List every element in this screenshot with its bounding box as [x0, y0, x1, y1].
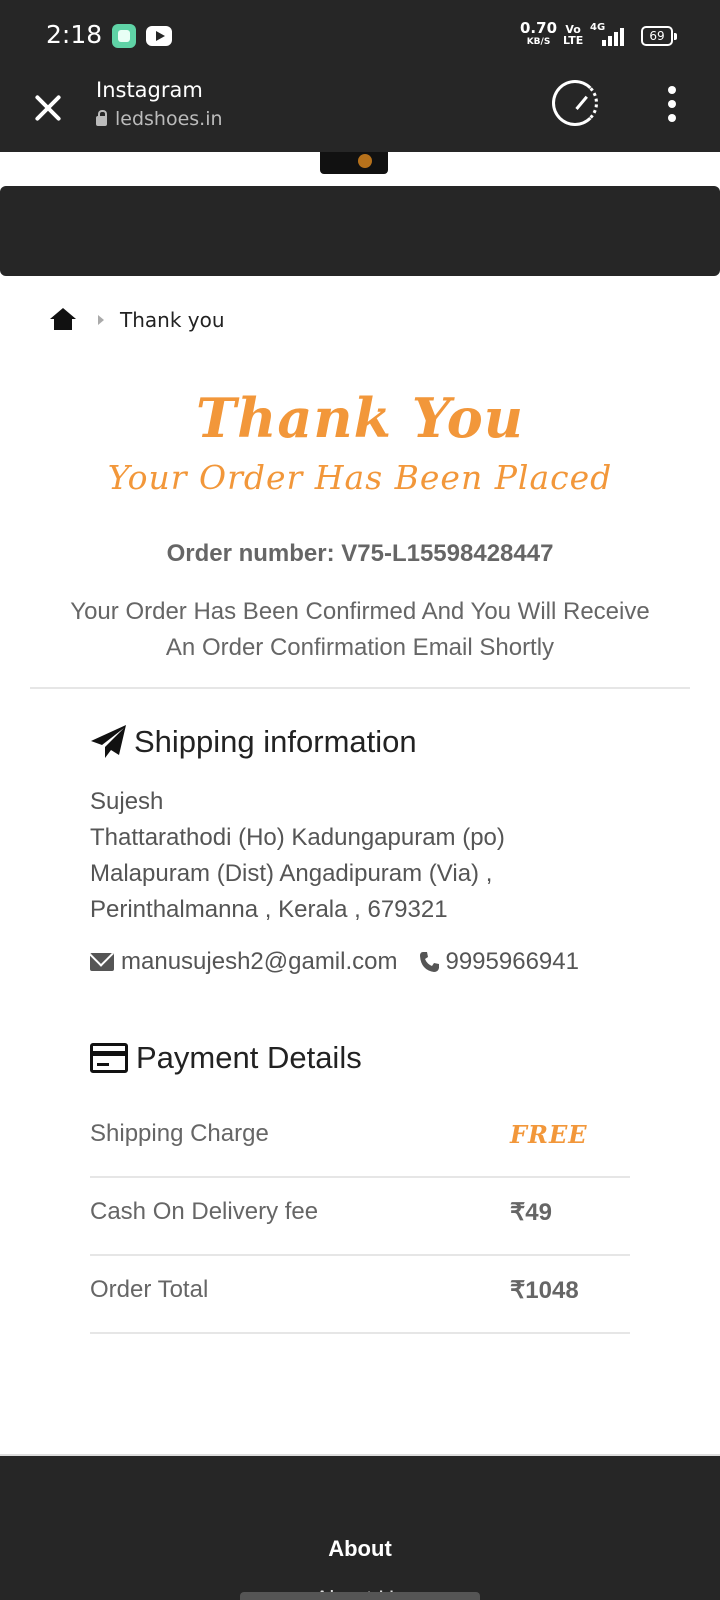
payment-row-value: FREE	[510, 1120, 588, 1149]
payment-row-value: ₹49	[510, 1199, 552, 1226]
breadcrumb: Thank you	[50, 302, 225, 338]
address-line-3: Perinthalmanna , Kerala , 679321	[90, 896, 448, 923]
browser-url[interactable]: ledshoes.in	[96, 108, 223, 130]
network-speed-value: 0.70	[520, 19, 558, 37]
paper-plane-icon	[90, 724, 128, 760]
divider	[30, 687, 690, 689]
envelope-icon	[90, 953, 114, 971]
payment-row-label: Order Total	[90, 1276, 209, 1303]
site-footer: About About Us	[0, 1454, 720, 1600]
confirmation-message: Your Order Has Been Confirmed And You Wi…	[50, 594, 670, 666]
home-icon[interactable]	[50, 308, 76, 332]
payment-row-cod-fee: Cash On Delivery fee ₹49	[90, 1178, 630, 1256]
chevron-right-icon	[98, 315, 104, 325]
gesture-bar	[240, 1592, 480, 1600]
payment-row-label: Shipping Charge	[90, 1120, 269, 1147]
network-speed: 0.70 KB/S	[520, 19, 558, 48]
site-header	[0, 186, 720, 276]
thank-you-subtitle: Your Order Has Been Placed	[107, 458, 613, 497]
payment-row-label: Cash On Delivery fee	[90, 1198, 319, 1225]
lock-icon	[96, 110, 107, 126]
address-line-2: Malapuram (Dist) Angadipuram (Via) ,	[90, 860, 493, 887]
shipping-name: Sujesh	[90, 788, 164, 815]
address-line-1: Thattarathodi (Ho) Kadungapuram (po)	[90, 824, 505, 851]
breadcrumb-current: Thank you	[120, 308, 225, 332]
close-icon[interactable]	[28, 88, 68, 128]
network-speed-unit: KB/S	[526, 37, 551, 47]
payment-row-value: ₹1048	[510, 1277, 579, 1304]
network-type: 4G	[590, 22, 606, 33]
payment-row-shipping: Shipping Charge FREE	[90, 1100, 630, 1178]
shipping-address: Sujesh Thattarathodi (Ho) Kadungapuram (…	[90, 784, 505, 928]
footer-about-heading: About	[328, 1536, 392, 1561]
more-options-icon[interactable]	[662, 86, 682, 122]
youtube-notification-icon	[146, 26, 172, 46]
browser-title: Instagram	[96, 78, 203, 102]
payment-row-total: Order Total ₹1048	[90, 1256, 630, 1334]
volte-bottom: LTE	[563, 34, 584, 47]
status-bar: 2:18 0.70 KB/S Vo LTE 4G 69	[0, 0, 720, 72]
phone-icon	[419, 951, 440, 973]
speedometer-icon[interactable]	[552, 80, 598, 126]
url-text: ledshoes.in	[115, 108, 223, 130]
app-notification-icon	[112, 24, 136, 48]
shipping-heading-text: Shipping information	[134, 724, 417, 759]
browser-toolbar: Instagram ledshoes.in	[0, 72, 720, 152]
confirmation-line-2: An Order Confirmation Email Shortly	[165, 634, 555, 661]
payment-heading: Payment Details	[90, 1040, 362, 1076]
credit-card-icon	[90, 1043, 128, 1073]
confirmation-line-1: Your Order Has Been Confirmed And You Wi…	[70, 598, 650, 625]
volte-indicator: Vo LTE	[563, 24, 583, 46]
thank-you-title: Thank You	[195, 386, 525, 450]
payment-heading-text: Payment Details	[136, 1040, 362, 1075]
contact-phone: 9995966941	[445, 948, 579, 975]
contact-email: manusujesh2@gamil.com	[121, 948, 398, 975]
signal-icon: 4G	[590, 22, 628, 48]
site-logo[interactable]	[320, 152, 388, 174]
contact-row: manusujesh2@gamil.com 9995966941	[90, 948, 579, 976]
battery-icon: 69	[641, 26, 677, 46]
order-number: Order number: V75-L15598428447	[166, 540, 554, 567]
shipping-heading: Shipping information	[90, 724, 417, 760]
status-time: 2:18	[46, 20, 103, 49]
